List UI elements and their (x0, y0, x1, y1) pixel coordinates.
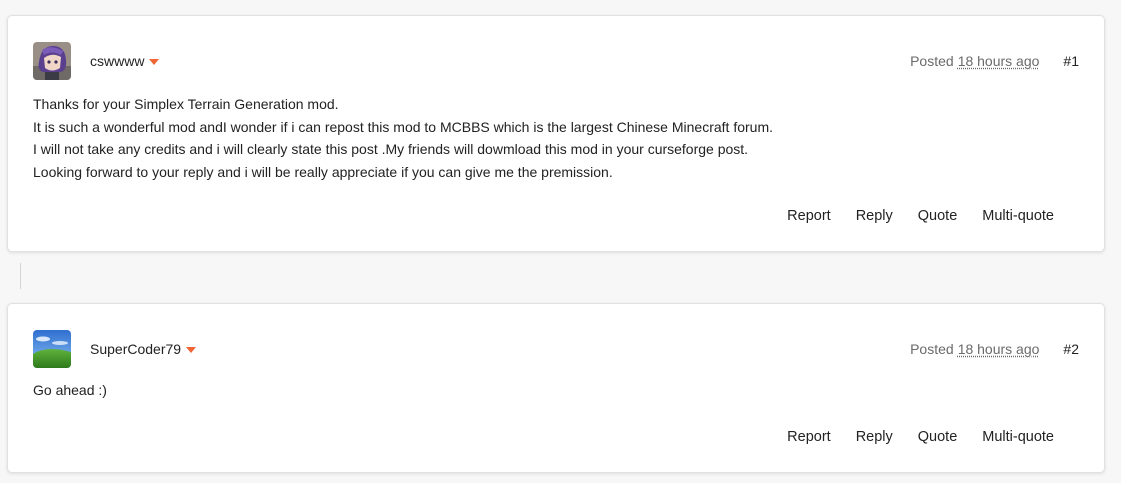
post-number-link[interactable]: #2 (1063, 341, 1079, 357)
caret-down-icon[interactable] (186, 347, 197, 353)
quote-button[interactable]: Quote (918, 208, 958, 224)
anime-character-avatar-icon (33, 42, 71, 80)
post-header: SuperCoder79 Posted 18 hours ago #2 (33, 330, 1079, 368)
multi-quote-button[interactable]: Multi-quote (982, 429, 1054, 445)
reply-button[interactable]: Reply (856, 208, 893, 224)
post-actions: Report Reply Quote Multi-quote (787, 208, 1054, 224)
post-header: cswwww Posted 18 hours ago #1 (33, 42, 1079, 80)
post-body-line: Looking forward to your reply and i will… (33, 163, 613, 180)
post-body-line: Thanks for your Simplex Terrain Generati… (33, 96, 339, 112)
caret-down-icon[interactable] (149, 59, 160, 65)
posted-label: Posted (910, 341, 954, 357)
user-avatar[interactable] (33, 330, 71, 368)
green-hill-sky-avatar-icon (33, 330, 71, 368)
username-menu[interactable]: SuperCoder79 (90, 341, 197, 357)
report-button[interactable]: Report (787, 208, 831, 224)
post-meta: Posted 18 hours ago #2 (910, 341, 1079, 357)
thread-connector (20, 263, 21, 289)
comment-thread: cswwww Posted 18 hours ago #1 Thanks for… (0, 0, 1121, 483)
post-body-line: Go ahead :) (33, 382, 107, 398)
multi-quote-button[interactable]: Multi-quote (982, 208, 1054, 224)
username[interactable]: SuperCoder79 (90, 341, 181, 357)
reply-button[interactable]: Reply (856, 429, 893, 445)
post-card: SuperCoder79 Posted 18 hours ago #2 Go a… (7, 303, 1105, 473)
post-body-line: I will not take any credits and i will c… (33, 141, 749, 157)
posted-label: Posted (910, 53, 954, 69)
post-number-link[interactable]: #1 (1063, 53, 1079, 69)
report-button[interactable]: Report (787, 429, 831, 445)
username-menu[interactable]: cswwww (90, 53, 160, 69)
post-body: Go ahead :) (33, 379, 1079, 402)
post-body-line: It is such a wonderful mod andI wonder i… (33, 118, 773, 135)
post-timestamp: 18 hours ago (957, 341, 1040, 357)
post-meta: Posted 18 hours ago #1 (910, 53, 1079, 69)
post-timestamp: 18 hours ago (957, 53, 1040, 69)
post-card: cswwww Posted 18 hours ago #1 Thanks for… (7, 15, 1105, 252)
user-avatar[interactable] (33, 42, 71, 80)
username[interactable]: cswwww (90, 53, 144, 69)
quote-button[interactable]: Quote (918, 429, 958, 445)
post-actions: Report Reply Quote Multi-quote (787, 429, 1054, 445)
post-body: Thanks for your Simplex Terrain Generati… (33, 93, 1079, 183)
